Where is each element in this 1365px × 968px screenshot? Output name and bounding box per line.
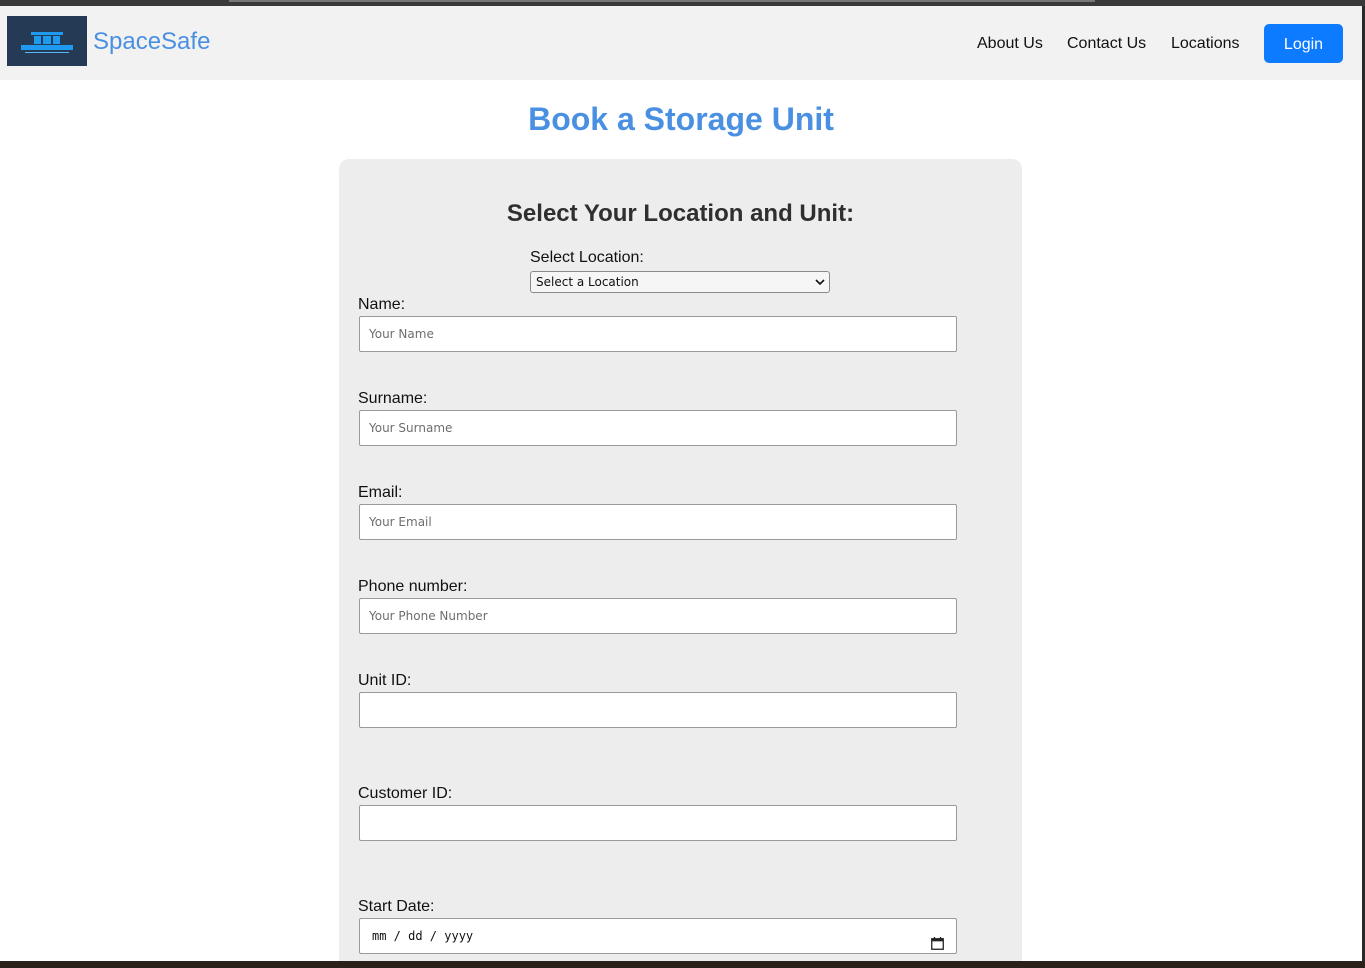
nav-locations[interactable]: Locations: [1171, 34, 1240, 53]
surname-label: Surname:: [358, 390, 428, 407]
phone-input[interactable]: [359, 598, 957, 634]
start-date-value: mm / dd / yyyy: [372, 929, 474, 943]
start-date-label: Start Date:: [358, 898, 435, 915]
email-input[interactable]: [359, 504, 957, 540]
nav-contact-us[interactable]: Contact Us: [1067, 34, 1146, 53]
desktop-strip: [0, 961, 1365, 968]
unit-id-input[interactable]: [359, 692, 957, 728]
booking-form: Select Your Location and Unit: Select Lo…: [339, 159, 1022, 961]
page-title: Book a Storage Unit: [528, 101, 834, 137]
name-input[interactable]: [359, 316, 957, 352]
email-label: Email:: [358, 484, 403, 501]
nav-about-us[interactable]: About Us: [977, 34, 1043, 53]
customer-id-input[interactable]: [359, 805, 957, 841]
customer-id-label: Customer ID:: [358, 785, 453, 802]
storage-logo-icon[interactable]: [7, 16, 87, 66]
surname-input[interactable]: [359, 410, 957, 446]
page-viewport: SpaceSafe About Us Contact Us Locations …: [0, 6, 1362, 961]
calendar-icon[interactable]: [931, 929, 944, 950]
navbar: SpaceSafe About Us Contact Us Locations …: [0, 6, 1362, 80]
phone-label: Phone number:: [358, 578, 468, 595]
brand-name[interactable]: SpaceSafe: [93, 26, 210, 58]
unit-id-label: Unit ID:: [358, 672, 412, 689]
start-date-input[interactable]: mm / dd / yyyy: [359, 918, 957, 954]
browser-scrollbar: [229, 0, 1095, 2]
name-label: Name:: [358, 296, 406, 313]
section-title: Select Your Location and Unit:: [506, 200, 855, 227]
location-label: Select Location:: [530, 249, 644, 266]
chevron-down-icon: [815, 272, 825, 299]
location-selected-value: Select a Location: [536, 275, 639, 289]
login-button[interactable]: Login: [1264, 24, 1343, 63]
location-select[interactable]: Select a Location: [530, 271, 830, 293]
